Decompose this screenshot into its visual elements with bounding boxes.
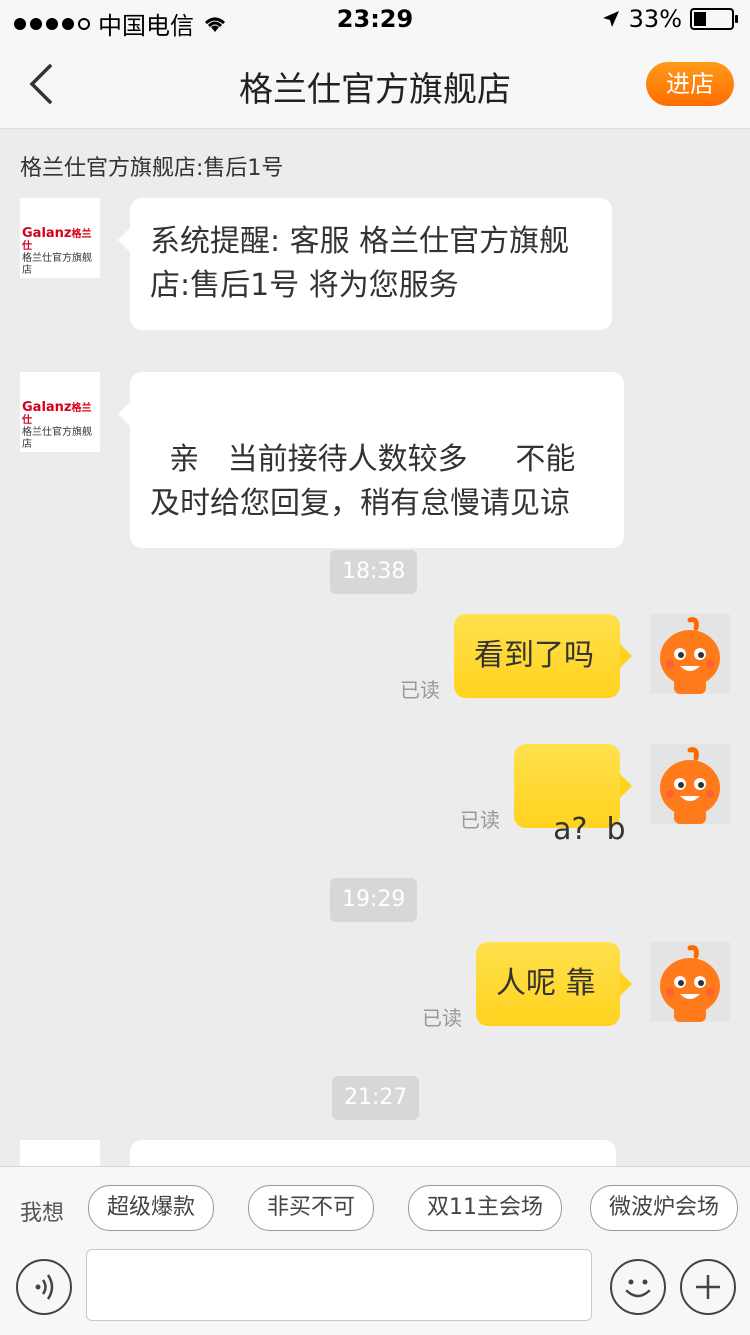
- shop-subtitle: 格兰仕官方旗舰店:售后1号: [20, 156, 284, 181]
- read-status: 已读: [422, 1006, 462, 1030]
- time-divider: 19:29: [330, 878, 418, 922]
- location-arrow-icon: [602, 11, 619, 27]
- mascot-icon: [650, 744, 730, 824]
- galanz-logo: Galanz格兰仕 格兰仕官方旗舰店: [22, 226, 92, 276]
- mascot-icon: [650, 942, 730, 1022]
- message-text: 看到了吗: [474, 638, 594, 673]
- quick-chip[interactable]: 超级爆款: [88, 1185, 215, 1231]
- page-title: 格兰仕官方旗舰店: [239, 70, 511, 110]
- plus-icon: [696, 1275, 720, 1299]
- quick-chip[interactable]: 双11主会场: [408, 1185, 562, 1231]
- status-bar: 中国电信 23:29 33%: [0, 0, 750, 40]
- battery-icon: [690, 8, 738, 30]
- bottom-panel: 我想 超级爆款 非买不可 双11主会场 微波炉会场: [0, 1166, 750, 1335]
- more-options-button[interactable]: [680, 1259, 736, 1315]
- shop-avatar[interactable]: [20, 1140, 100, 1166]
- message-input[interactable]: [86, 1249, 592, 1321]
- galanz-logo: Galanz格兰仕 格兰仕官方旗舰店: [22, 400, 92, 450]
- message-bubble-outgoing[interactable]: a? b: [514, 744, 632, 847]
- message-bubble-incoming[interactable]: [118, 1140, 616, 1194]
- message-bubble-outgoing[interactable]: 人呢 靠: [476, 942, 632, 1026]
- message-text: 系统提醒: 客服 格兰仕官方旗舰店:售后1号 将为您服务: [150, 224, 570, 303]
- battery-percent: 33%: [628, 5, 682, 33]
- message-bubble-incoming[interactable]: 系统提醒: 客服 格兰仕官方旗舰店:售后1号 将为您服务: [118, 198, 612, 330]
- voice-icon: [35, 1274, 54, 1300]
- emoji-button[interactable]: [610, 1259, 666, 1315]
- user-avatar[interactable]: [650, 942, 730, 1022]
- mascot-icon: [650, 614, 730, 694]
- shop-avatar[interactable]: Galanz格兰仕 格兰仕官方旗舰店: [20, 198, 100, 278]
- message-bubble-outgoing[interactable]: 看到了吗: [454, 614, 632, 698]
- quick-bar-label: 我想: [20, 1201, 65, 1226]
- shop-avatar[interactable]: Galanz格兰仕 格兰仕官方旗舰店: [20, 372, 100, 452]
- quick-chip[interactable]: 非买不可: [248, 1185, 375, 1231]
- read-status: 已读: [460, 808, 500, 832]
- voice-input-button[interactable]: [16, 1259, 72, 1315]
- message-text: a? b: [553, 812, 626, 847]
- smiley-icon: [625, 1279, 651, 1298]
- quick-chip[interactable]: 微波炉会场: [590, 1185, 739, 1231]
- nav-bar: 格兰仕官方旗舰店 进店: [0, 40, 750, 129]
- user-avatar[interactable]: [650, 614, 730, 694]
- status-right: 33%: [601, 5, 738, 33]
- time-divider: 18:38: [330, 550, 418, 594]
- message-bubble-incoming[interactable]: 亲 当前接待人数较多 不能及时给您回复，稍有怠慢请见谅: [118, 372, 624, 548]
- enter-shop-button[interactable]: 进店: [646, 62, 734, 106]
- user-avatar[interactable]: [650, 744, 730, 824]
- message-text: 人呢 靠: [496, 966, 596, 1001]
- time-divider: 21:27: [332, 1076, 420, 1120]
- read-status: 已读: [400, 678, 440, 702]
- message-text: 亲 当前接待人数较多 不能及时给您回复，稍有怠慢请见谅: [150, 442, 576, 521]
